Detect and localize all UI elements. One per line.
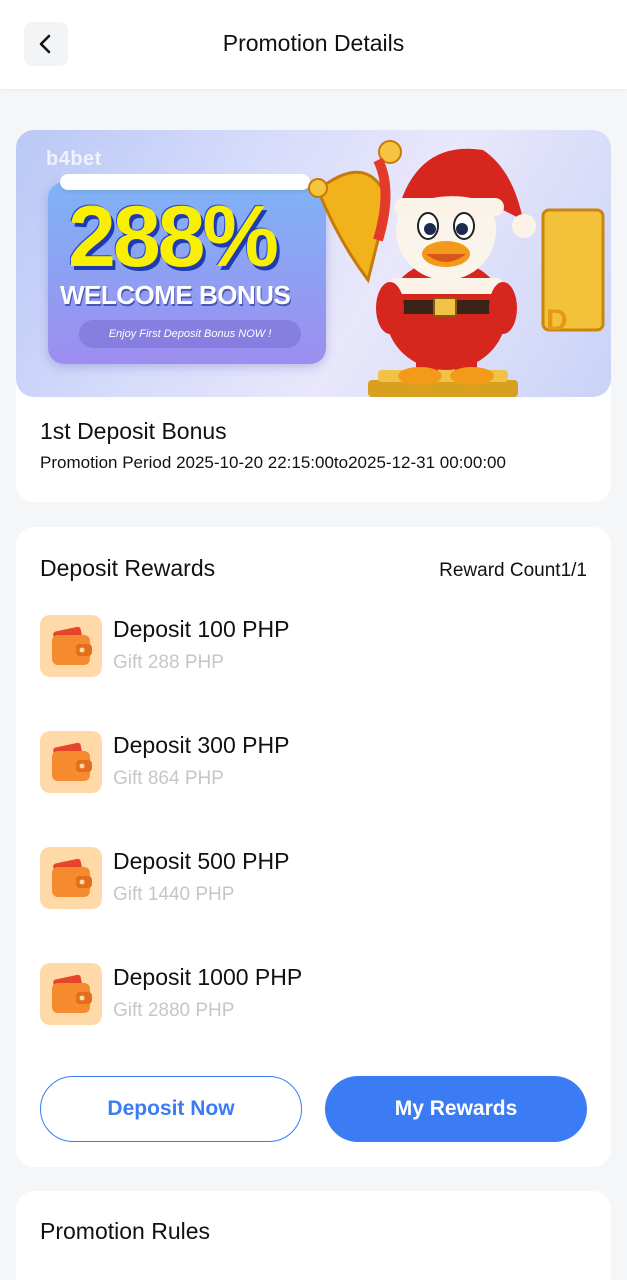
promotion-period: Promotion Period 2025-10-20 22:15:00to20… [40,453,506,472]
reward-deposit-amount: Deposit 500 PHP [113,848,290,874]
reward-deposit-amount: Deposit 100 PHP [113,616,290,642]
banner-brand-logo: b4bet [46,148,102,170]
app-header: Promotion Details [0,0,627,89]
reward-deposit-amount: Deposit 300 PHP [113,732,290,758]
svg-text:D: D [546,304,568,337]
promotion-card: b4bet 288% WELCOME BONUS Enjoy First Dep… [16,130,611,502]
reward-gift-amount: Gift 1440 PHP [113,884,235,905]
reward-item: Deposit 1000 PHP Gift 2880 PHP [40,963,580,1027]
my-rewards-button[interactable]: My Rewards [325,1076,587,1142]
reward-item: Deposit 300 PHP Gift 864 PHP [40,731,580,795]
reward-item: Deposit 500 PHP Gift 1440 PHP [40,847,580,911]
banner-headline: 288% [68,189,279,285]
wallet-icon [40,963,102,1025]
reward-count: Reward Count1/1 [439,560,587,581]
promotion-rules-card: Promotion Rules [16,1191,611,1280]
wallet-icon [40,615,102,677]
banner-snow-decoration [60,174,310,190]
deposit-rewards-card: Deposit Rewards Reward Count1/1 Deposit … [16,527,611,1167]
promotion-banner[interactable]: b4bet 288% WELCOME BONUS Enjoy First Dep… [16,130,611,397]
wallet-icon [40,731,102,793]
promotion-rules-title: Promotion Rules [40,1218,211,1244]
page-title: Promotion Details [222,30,405,56]
deposit-now-button[interactable]: Deposit Now [40,1076,302,1142]
wallet-icon [40,847,102,909]
santa-duck-mascot-illustration: D [308,140,605,397]
reward-deposit-amount: Deposit 1000 PHP [113,964,303,990]
reward-gift-amount: Gift 288 PHP [113,652,224,673]
promotion-title: 1st Deposit Bonus [40,418,227,444]
banner-subheadline: WELCOME BONUS [60,280,291,310]
deposit-rewards-title: Deposit Rewards [40,555,216,581]
reward-gift-amount: Gift 2880 PHP [113,1000,235,1021]
reward-gift-amount: Gift 864 PHP [113,768,224,789]
banner-tagline: Enjoy First Deposit Bonus NOW ! [79,320,301,348]
reward-item: Deposit 100 PHP Gift 288 PHP [40,615,580,679]
